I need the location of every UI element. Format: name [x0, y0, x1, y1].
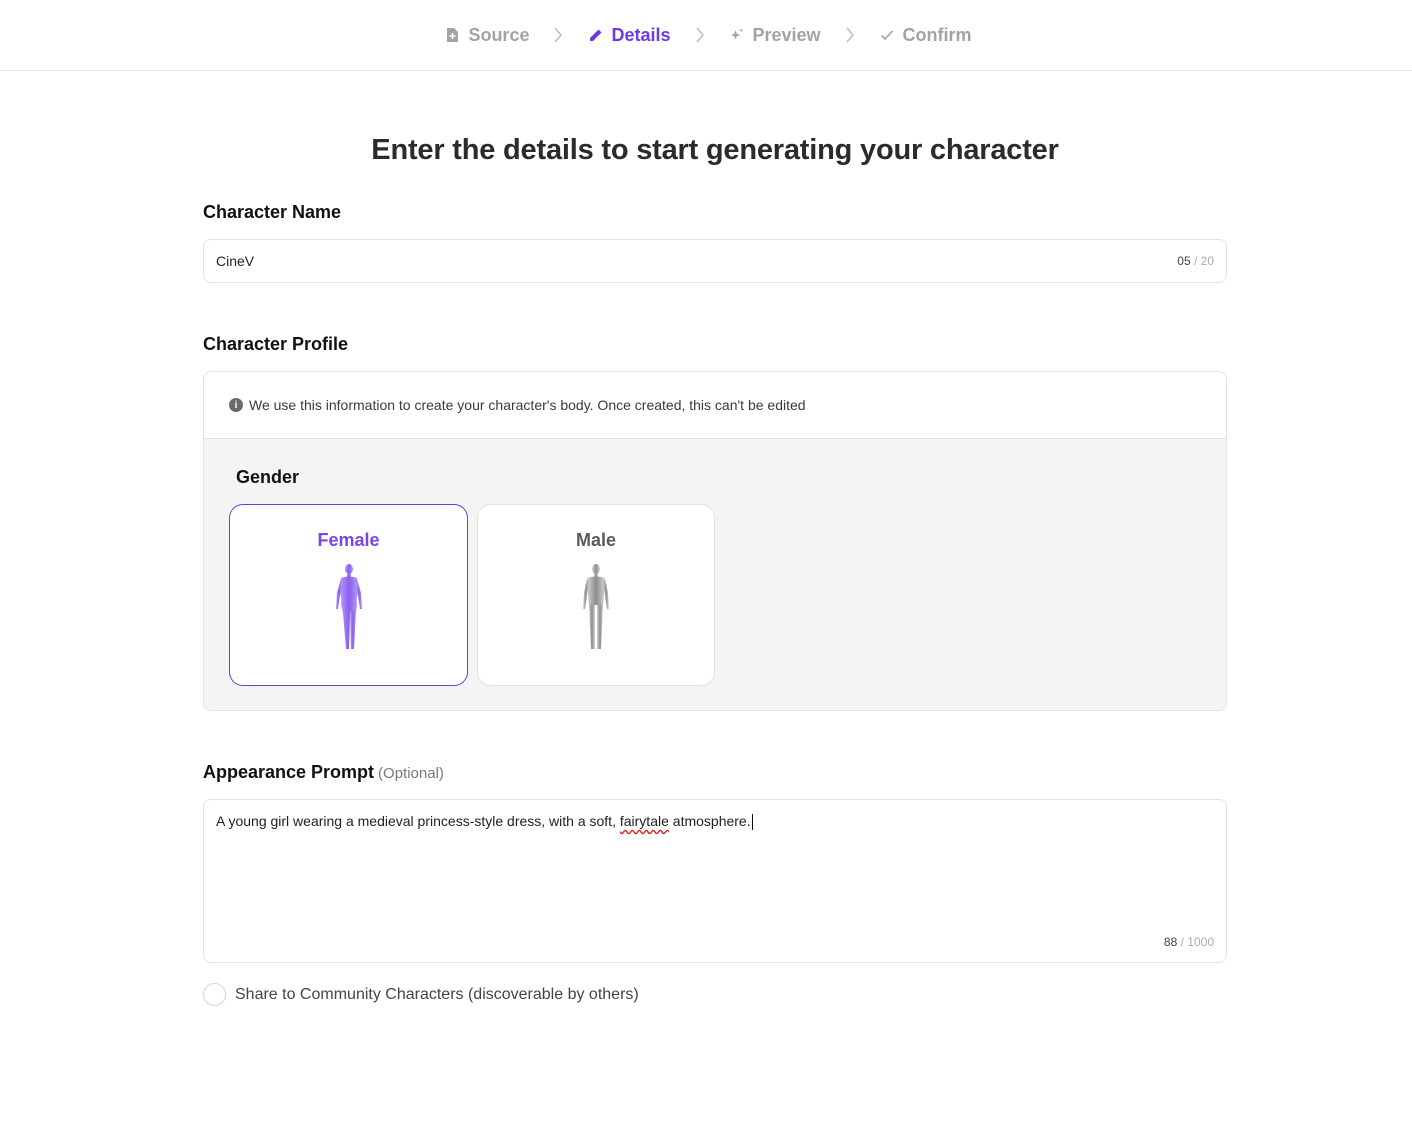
step-details[interactable]: Details	[587, 24, 671, 46]
file-plus-icon	[444, 27, 460, 43]
sparkle-icon	[729, 27, 745, 43]
text-caret	[751, 814, 753, 831]
char-max: / 20	[1193, 254, 1214, 268]
step-label: Details	[611, 24, 671, 45]
appearance-prompt-textarea[interactable]: A young girl wearing a medieval princess…	[203, 799, 1227, 963]
char-count: 05	[1177, 254, 1191, 268]
character-name-counter: 05 / 20	[1177, 254, 1214, 268]
pencil-icon	[587, 27, 603, 43]
prompt-text-misspelled: fairytale	[619, 813, 669, 829]
character-name-label: Character Name	[203, 202, 342, 222]
character-name-value[interactable]: CineV	[216, 253, 1177, 269]
step-label: Confirm	[902, 24, 972, 45]
character-profile-label: Character Profile	[203, 334, 349, 354]
share-radio[interactable]	[203, 983, 226, 1006]
step-confirm[interactable]: Confirm	[879, 25, 972, 46]
prompt-max: / 1000	[1180, 935, 1214, 949]
share-community-option[interactable]: Share to Community Characters (discovera…	[203, 983, 639, 1006]
female-figure-icon	[335, 564, 362, 649]
character-name-input[interactable]: CineV 05 / 20	[203, 239, 1227, 283]
page-title: Enter the details to start generating yo…	[371, 134, 1059, 166]
stepper: Source Details Preview Confirm	[0, 0, 1412, 71]
prompt-count: 88	[1163, 935, 1178, 949]
appearance-prompt-counter: 88 / 1000	[1164, 935, 1214, 949]
prompt-text-start: A young girl wearing a medieval princess…	[216, 813, 620, 829]
male-figure-icon	[583, 564, 609, 649]
appearance-prompt-label: Appearance Prompt (Optional)	[203, 762, 444, 783]
character-profile-panel: i We use this information to create your…	[203, 371, 1227, 711]
appearance-prompt-value[interactable]: A young girl wearing a medieval princess…	[216, 813, 753, 831]
prompt-text-end: atmosphere.	[668, 813, 751, 829]
profile-note-text: We use this information to create your c…	[249, 397, 806, 413]
share-label: Share to Community Characters (discovera…	[235, 985, 639, 1003]
gender-option-label: Male	[575, 530, 617, 550]
step-preview[interactable]: Preview	[729, 25, 821, 46]
gender-option-male[interactable]: Male	[477, 504, 715, 686]
appearance-prompt-title: Appearance Prompt	[203, 762, 375, 782]
info-icon: i	[229, 398, 243, 412]
gender-label: Gender	[236, 467, 300, 487]
step-label: Source	[468, 24, 530, 45]
gender-option-label: Female	[317, 530, 380, 550]
profile-note: i We use this information to create your…	[204, 372, 1226, 439]
gender-option-female[interactable]: Female	[229, 504, 468, 686]
chevron-right-icon	[551, 27, 565, 43]
chevron-right-icon	[693, 27, 707, 43]
step-source[interactable]: Source	[444, 25, 529, 46]
step-label: Preview	[752, 24, 821, 45]
steps-list: Source Details Preview Confirm	[444, 24, 972, 46]
optional-tag: (Optional)	[378, 765, 444, 782]
check-icon	[879, 27, 895, 43]
chevron-right-icon	[843, 27, 857, 43]
